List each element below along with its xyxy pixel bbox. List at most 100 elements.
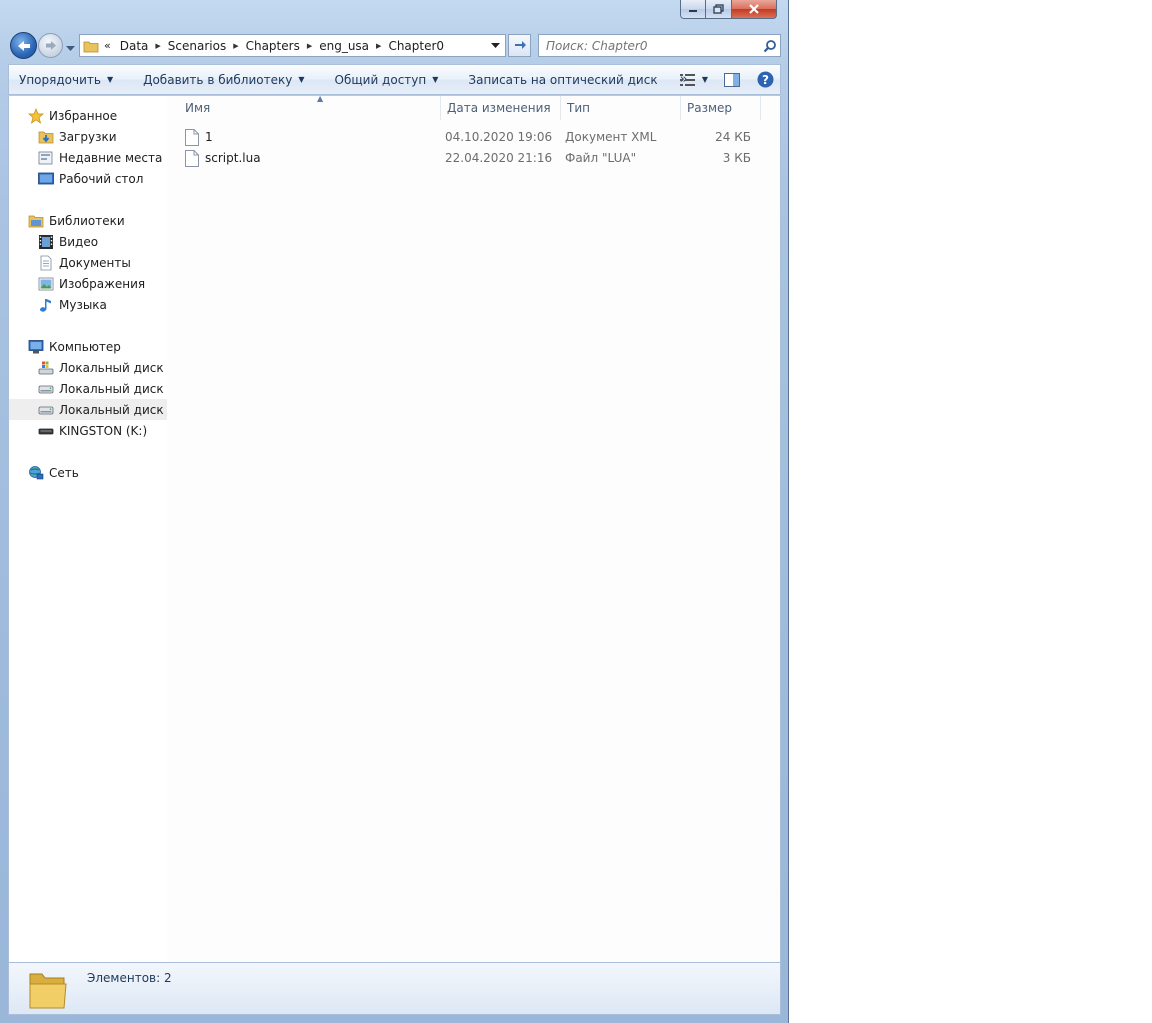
libraries-group: Библиотеки Видео Документы Изображения М… [9, 210, 167, 315]
sidebar-item-label: Изображения [59, 276, 146, 291]
folder-icon [27, 968, 69, 1013]
sidebar-item-label: Избранное [49, 108, 118, 123]
sidebar-item-label: Музыка [59, 297, 107, 312]
system-drive-icon [38, 360, 54, 376]
search-icon[interactable] [760, 39, 780, 53]
favorites-group: Избранное Загрузки Недавние места Рабочи… [9, 105, 167, 189]
search-input[interactable] [539, 37, 760, 54]
breadcrumb-separator-icon[interactable]: ▶ [153, 42, 162, 50]
organize-button[interactable]: Упорядочить ▼ [9, 65, 121, 94]
address-dropdown[interactable] [485, 35, 505, 56]
sidebar-item-recent-places[interactable]: Недавние места [9, 147, 167, 168]
breadcrumb-eng-usa[interactable]: eng_usa [314, 39, 374, 53]
help-button[interactable]: ? [750, 65, 780, 94]
folder-icon [82, 39, 100, 53]
burn-button[interactable]: Записать на оптический диск [446, 65, 665, 94]
close-icon [749, 4, 759, 14]
sort-ascending-icon: ▲ [317, 94, 324, 103]
preview-pane-button[interactable] [714, 65, 750, 94]
computer-group: Компьютер Локальный диск (C:) Локальный … [9, 336, 167, 441]
chevron-down-icon: ▼ [701, 75, 709, 84]
help-icon: ? [757, 71, 773, 88]
minimize-button[interactable] [680, 0, 706, 19]
sidebar-item-label: Локальный диск (E:) [59, 402, 167, 417]
organize-label: Упорядочить [19, 72, 101, 87]
pictures-icon [38, 276, 54, 292]
refresh-icon [514, 40, 526, 49]
file-list[interactable]: ▲ Имя Дата изменения Тип Размер 1 04.10.… [167, 94, 781, 962]
network-icon [28, 465, 44, 481]
chevron-down-icon [490, 42, 500, 48]
search-box[interactable] [538, 34, 781, 57]
sidebar-item-label: Компьютер [49, 339, 121, 354]
add-to-library-label: Добавить в библиотеку [143, 72, 293, 87]
maximize-button[interactable] [706, 0, 732, 19]
column-header-name[interactable]: ▲ Имя [179, 94, 441, 120]
breadcrumb-overflow[interactable]: « [100, 39, 115, 52]
documents-icon [38, 255, 54, 271]
chevron-down-icon [66, 46, 75, 51]
navigation-row: « Data ▶ Scenarios ▶ Chapters ▶ eng_usa … [8, 30, 781, 62]
file-icon [185, 129, 199, 149]
chevron-down-icon: ▼ [432, 75, 439, 84]
column-header-date[interactable]: Дата изменения [441, 96, 561, 120]
arrow-left-icon [17, 40, 30, 51]
sidebar-item-label: Загрузки [59, 129, 117, 144]
view-options-button[interactable]: ▼ [674, 65, 714, 94]
forward-button[interactable] [38, 33, 63, 58]
column-header-size[interactable]: Размер [681, 96, 761, 120]
sidebar-item-label: Библиотеки [49, 213, 125, 228]
breadcrumb-data[interactable]: Data [115, 39, 154, 53]
explorer-body: Избранное Загрузки Недавние места Рабочи… [8, 94, 781, 962]
address-bar[interactable]: « Data ▶ Scenarios ▶ Chapters ▶ eng_usa … [79, 34, 506, 57]
sidebar-item-network[interactable]: Сеть [9, 462, 167, 483]
sidebar-item-music[interactable]: Музыка [9, 294, 167, 315]
minimize-icon [689, 10, 697, 12]
file-type: Файл "LUA" [565, 151, 637, 165]
sidebar-item-documents[interactable]: Документы [9, 252, 167, 273]
column-header-label: Имя [185, 101, 211, 115]
downloads-folder-icon [38, 129, 54, 145]
sidebar-item-label: Сеть [49, 465, 79, 480]
item-count: Элементов: 2 [87, 971, 172, 985]
breadcrumb-separator-icon[interactable]: ▶ [305, 42, 314, 50]
video-icon [38, 234, 54, 250]
sidebar-item-drive-c[interactable]: Локальный диск (C:) [9, 357, 167, 378]
chevron-down-icon: ▼ [106, 75, 114, 84]
sidebar-item-desktop[interactable]: Рабочий стол [9, 168, 167, 189]
breadcrumb-separator-icon[interactable]: ▶ [374, 42, 383, 50]
back-button[interactable] [10, 32, 37, 59]
share-label: Общий доступ [334, 72, 427, 87]
close-button[interactable] [732, 0, 777, 19]
share-button[interactable]: Общий доступ ▼ [313, 65, 447, 94]
chevron-down-icon: ▼ [298, 75, 305, 84]
file-name: 1 [205, 130, 213, 144]
breadcrumb-scenarios[interactable]: Scenarios [163, 39, 231, 53]
star-icon [28, 107, 44, 124]
music-note-icon [38, 297, 54, 313]
file-row[interactable]: 1 04.10.2020 19:06 Документ XML 24 КБ [181, 127, 781, 148]
sidebar-item-drive-d[interactable]: Локальный диск (D:) [9, 378, 167, 399]
caption-buttons [680, 0, 777, 21]
refresh-button[interactable] [508, 34, 531, 57]
breadcrumb-chapters[interactable]: Chapters [241, 39, 305, 53]
recent-pages-dropdown[interactable] [66, 41, 75, 55]
file-row[interactable]: script.lua 22.04.2020 21:16 Файл "LUA" 3… [181, 148, 781, 169]
sidebar-item-label: Рабочий стол [59, 171, 144, 186]
column-header-type[interactable]: Тип [561, 96, 681, 120]
navigation-pane[interactable]: Избранное Загрузки Недавние места Рабочи… [9, 96, 168, 962]
sidebar-item-pictures[interactable]: Изображения [9, 273, 167, 294]
sidebar-item-favorites[interactable]: Избранное [9, 105, 167, 126]
sidebar-item-computer[interactable]: Компьютер [9, 336, 167, 357]
sidebar-item-drive-e[interactable]: Локальный диск (E:) [9, 399, 167, 420]
sidebar-item-video[interactable]: Видео [9, 231, 167, 252]
sidebar-item-downloads[interactable]: Загрузки [9, 126, 167, 147]
sidebar-item-kingston[interactable]: KINGSTON (K:) [9, 420, 167, 441]
breadcrumb-separator-icon[interactable]: ▶ [231, 42, 240, 50]
breadcrumb-chapter0[interactable]: Chapter0 [383, 39, 449, 53]
view-list-icon [679, 73, 695, 86]
recent-places-icon [38, 150, 54, 166]
add-to-library-button[interactable]: Добавить в библиотеку ▼ [121, 65, 312, 94]
network-group: Сеть [9, 462, 167, 483]
sidebar-item-libraries[interactable]: Библиотеки [9, 210, 167, 231]
